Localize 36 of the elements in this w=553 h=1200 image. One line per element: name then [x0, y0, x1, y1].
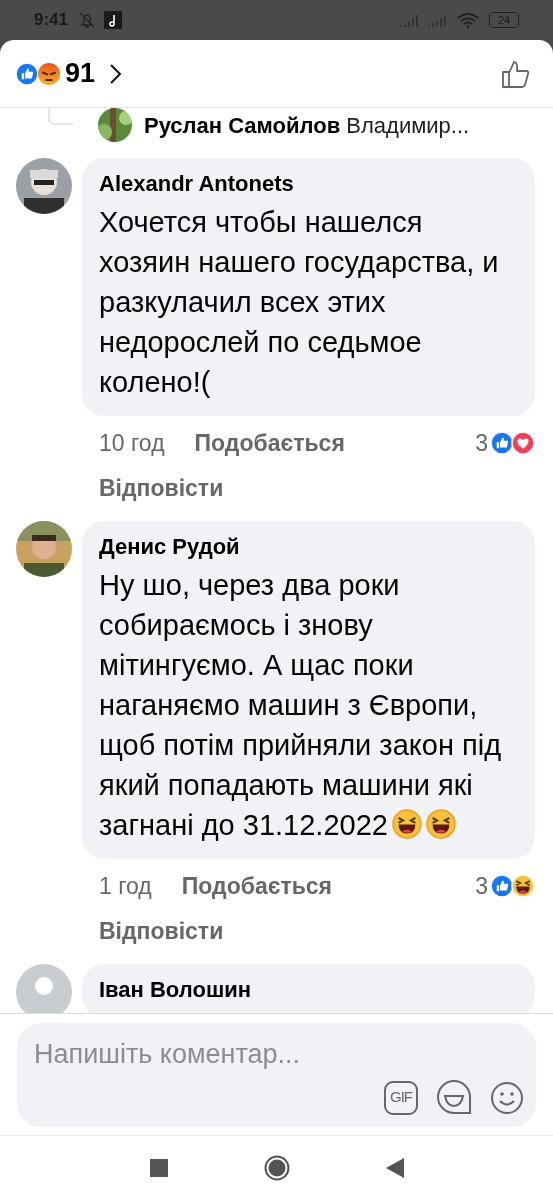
gif-button[interactable]: GIF: [384, 1080, 418, 1115]
music-note-icon: [104, 11, 123, 29]
reply-link[interactable]: Відповісти: [99, 474, 224, 501]
comment-text: Хочется чтобы нашелся хозяин нашего государства, и разкулачил всех этих недорослей по седьмое колено!(: [99, 205, 500, 400]
back-icon: [385, 1158, 404, 1178]
reply-link[interactable]: Відповісти: [99, 917, 224, 944]
thumbs-up-icon: [501, 58, 531, 89]
laughing-face-icon: [511, 874, 535, 899]
reaction-count[interactable]: 3: [475, 869, 488, 904]
like-reaction-icon: [490, 431, 514, 456]
reply-snippet[interactable]: Владимир...: [346, 112, 470, 138]
like-link[interactable]: Подобається: [194, 426, 345, 461]
comment-time: 10 год: [99, 429, 165, 458]
recents-icon: [149, 1159, 168, 1177]
chevron-right-icon: [109, 62, 124, 85]
comment-author[interactable]: Денис Рудой: [99, 533, 518, 561]
like-link[interactable]: Подобається: [181, 869, 333, 904]
comment-time: 1 год: [99, 872, 152, 901]
reply-author[interactable]: Руслан Самойлов: [144, 112, 341, 138]
heart-reaction-icon: [511, 431, 535, 456]
like-reaction-icon: [490, 874, 514, 899]
comment-input-field[interactable]: Напишіть коментар... GIF: [17, 1022, 536, 1127]
laughing-face-icon: [425, 809, 456, 839]
comment-text: Ну шо, через два роки собираємось і знову мітингуємо. А щас поки наганяємо машин з Європи, щоб потім прийняли закон під який попадають машини які загнані до 31.12.2022: [99, 568, 503, 843]
laughing-face-icon: [391, 809, 422, 839]
emoji-icon: [490, 1080, 524, 1115]
wifi-icon: [457, 12, 479, 28]
like-reaction-icon: [15, 61, 39, 86]
muted-bell-icon: [78, 11, 97, 29]
angry-face-icon: [37, 61, 61, 86]
sticker-icon: [436, 1078, 472, 1115]
reaction-count[interactable]: 3: [475, 426, 488, 461]
comment-author[interactable]: Іван Волошин: [99, 976, 518, 1004]
home-icon: [263, 1155, 290, 1181]
reaction-count[interactable]: 91: [65, 53, 96, 94]
comment-author[interactable]: Alexandr Antonets: [99, 170, 518, 198]
